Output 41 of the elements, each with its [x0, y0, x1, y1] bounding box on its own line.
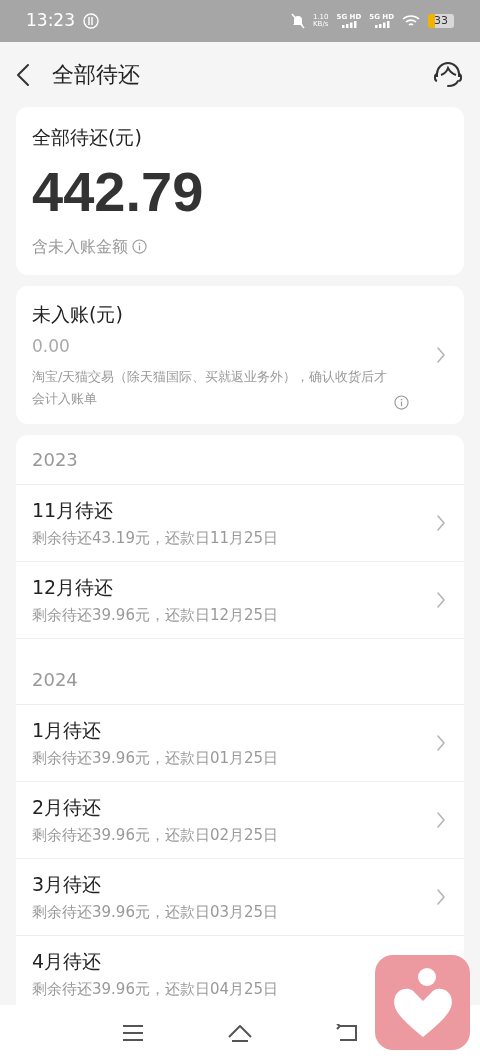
bill-detail: 剩余待还39.96元，还款日02月25日 [32, 824, 279, 846]
chevron-right-icon [436, 513, 446, 532]
menu-icon[interactable] [121, 1024, 144, 1042]
bill-detail: 剩余待还39.96元，还款日04月25日 [32, 978, 279, 1000]
year-heading: 2024 [32, 667, 78, 692]
pending-amount: 0.00 [32, 335, 71, 359]
signal-icon [373, 21, 390, 28]
battery-text: 33 [434, 12, 448, 29]
signal-icon [340, 21, 357, 28]
bill-detail: 剩余待还43.19元，还款日11月25日 [32, 527, 279, 549]
year-heading: 2023 [32, 447, 78, 472]
total-note: 含未入账金额 [32, 235, 128, 258]
back-icon[interactable] [16, 62, 30, 87]
bill-detail: 剩余待还39.96元，还款日03月25日 [32, 901, 279, 923]
bill-title[interactable]: 2月待还 [32, 793, 102, 822]
pending-label: 未入账(元) [32, 301, 124, 327]
info-icon[interactable] [394, 394, 409, 410]
bell-muted-icon [290, 13, 305, 29]
bill-detail: 剩余待还39.96元，还款日12月25日 [32, 604, 279, 626]
pending-note: 淘宝/天猫交易（除天猫国际、买就返业务外），确认收货后才会计入账单 [32, 367, 388, 408]
home-icon[interactable] [227, 1023, 253, 1043]
chevron-right-icon [436, 733, 446, 752]
wifi-icon [402, 14, 420, 28]
bill-title[interactable]: 3月待还 [32, 870, 102, 899]
chevron-right-icon [436, 887, 446, 906]
bill-title[interactable]: 12月待还 [32, 573, 114, 602]
bill-title[interactable]: 1月待还 [32, 716, 102, 745]
total-label: 全部待还(元) [32, 125, 143, 150]
chevron-right-icon [436, 590, 446, 609]
bill-detail: 剩余待还39.96元，还款日01月25日 [32, 747, 279, 769]
bill-title[interactable]: 4月待还 [32, 947, 102, 976]
total-amount: 442.79 [32, 158, 205, 225]
pending-card[interactable]: 未入账(元) 0.00 淘宝/天猫交易（除天猫国际、买就返业务外），确认收货后才会计入账单 [16, 285, 464, 424]
chevron-right-icon [436, 345, 446, 364]
chevron-right-icon [436, 810, 446, 829]
bill-title[interactable]: 11月待还 [32, 496, 114, 525]
back-nav-icon[interactable] [336, 1024, 359, 1042]
info-icon[interactable] [132, 239, 147, 255]
status-time: 13:23 [26, 9, 75, 33]
notification-badge-icon [83, 13, 99, 29]
page-title: 全部待还 [52, 61, 140, 89]
